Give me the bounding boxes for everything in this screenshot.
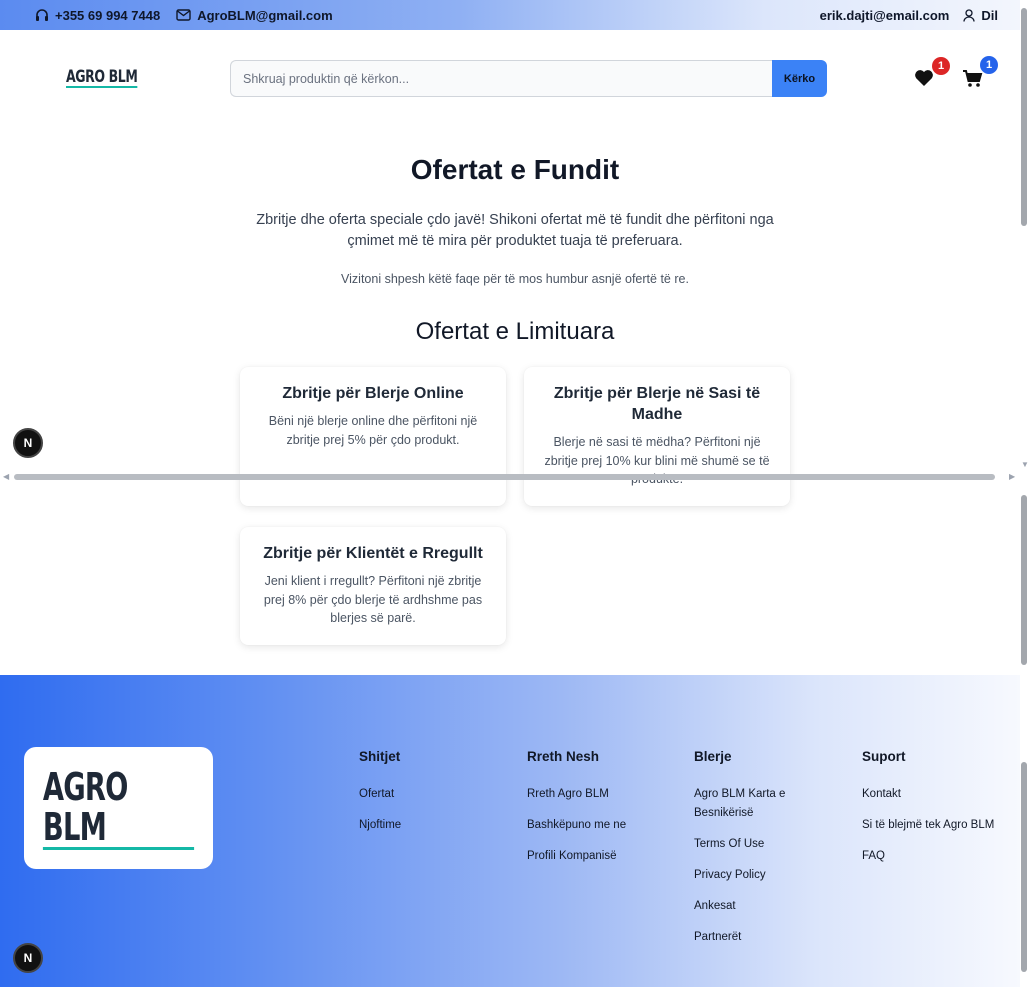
nextjs-dev-badge[interactable]: N	[13, 428, 43, 458]
page-description: Zbritje dhe oferta speciale çdo javë! Sh…	[256, 212, 774, 249]
footer-heading: Blerje	[694, 749, 732, 764]
offer-card: Zbritje për Klientët e Rregullt Jeni kli…	[240, 527, 506, 645]
heart-icon	[915, 70, 933, 86]
footer-link[interactable]: Profili Kompanisë	[527, 847, 677, 866]
footer-heading: Suport	[862, 749, 906, 764]
scroll-left-arrow[interactable]: ◀	[3, 472, 9, 481]
user-email[interactable]: erik.dajti@email.com	[820, 8, 950, 23]
footer: AGRO BLM Shitjet Ofertat Njoftime Rreth …	[0, 675, 1020, 987]
search-input[interactable]	[230, 60, 772, 97]
wishlist-badge: 1	[932, 57, 950, 75]
mail-icon	[176, 9, 191, 21]
offer-card-title: Zbritje për Klientët e Rregullt	[263, 545, 483, 562]
search-bar: Kërko	[230, 60, 827, 97]
offer-card-text: Bëni një blerje online dhe përfitoni një…	[268, 414, 478, 447]
user-icon	[963, 8, 976, 22]
page-title: Ofertat e Fundit	[410, 154, 620, 185]
footer-link[interactable]: Bashkëpuno me ne	[527, 816, 677, 835]
footer-logo: AGRO BLM	[42, 767, 195, 850]
cart-icon	[963, 70, 983, 87]
footer-link[interactable]: Kontakt	[862, 785, 1012, 804]
phone-number: +355 69 994 7448	[55, 7, 161, 23]
vertical-scrollbar-thumb[interactable]	[1021, 495, 1027, 665]
footer-logo-card[interactable]: AGRO BLM	[24, 747, 213, 869]
footer-column-shitjet: Shitjet Ofertat Njoftime	[359, 749, 509, 847]
scroll-down-arrow[interactable]: ▼	[1021, 460, 1029, 469]
scroll-right-arrow[interactable]: ▶	[1009, 472, 1015, 481]
offer-card: Zbritje për Blerje Online Bëni një blerj…	[240, 367, 506, 506]
footer-column-suport: Suport Kontakt Si të blejmë tek Agro BLM…	[862, 749, 1012, 878]
email-address: AgroBLM@gmail.com	[197, 7, 333, 23]
site-logo[interactable]: AGRO BLM	[66, 68, 138, 88]
footer-link[interactable]: Ankesat	[694, 897, 804, 916]
headphones-icon	[36, 8, 48, 21]
offer-card-text: Blerje në sasi të mëdha? Përfitoni një z…	[544, 435, 770, 486]
footer-link[interactable]: Si të blejmë tek Agro BLM	[862, 816, 1012, 835]
offer-card-title: Zbritje për Blerje Online	[282, 385, 464, 402]
footer-link[interactable]: Rreth Agro BLM	[527, 785, 677, 804]
page-note: Vizitoni shpesh këtë faqe për të mos hum…	[341, 272, 689, 286]
section-title: Ofertat e Limituara	[415, 318, 615, 345]
nextjs-dev-badge[interactable]: N	[13, 943, 43, 973]
wishlist-button[interactable]	[914, 69, 934, 92]
offer-card-title: Zbritje për Blerje në Sasi të Madhe	[553, 385, 761, 423]
top-bar: +355 69 994 7448 AgroBLM@gmail.com erik.…	[0, 0, 1020, 30]
cart-button[interactable]	[962, 69, 983, 93]
footer-link[interactable]: Agro BLM Karta e Besnikërisë	[694, 785, 804, 823]
footer-link[interactable]: FAQ	[862, 847, 1012, 866]
offer-card-text: Jeni klient i rregullt? Përfitoni një zb…	[263, 574, 483, 625]
search-button[interactable]: Kërko	[772, 60, 827, 97]
offer-card: Zbritje për Blerje në Sasi të Madhe Bler…	[524, 367, 790, 506]
footer-heading: Rreth Nesh	[527, 749, 600, 764]
footer-link[interactable]: Njoftime	[359, 816, 509, 835]
footer-heading: Shitjet	[359, 749, 401, 764]
phone-contact[interactable]: +355 69 994 7448	[35, 8, 160, 23]
footer-column-rreth-nesh: Rreth Nesh Rreth Agro BLM Bashkëpuno me …	[527, 749, 677, 878]
logout-button[interactable]: Dil	[963, 8, 998, 23]
horizontal-scrollbar[interactable]	[14, 474, 995, 480]
footer-column-blerje: Blerje Agro BLM Karta e Besnikërisë Term…	[694, 749, 804, 959]
cart-badge: 1	[980, 56, 998, 74]
logout-label: Dil	[981, 7, 998, 23]
footer-link[interactable]: Partnerët	[694, 928, 804, 947]
vertical-scrollbar-thumb[interactable]	[1021, 8, 1027, 226]
email-contact[interactable]: AgroBLM@gmail.com	[176, 7, 333, 23]
footer-link[interactable]: Ofertat	[359, 785, 509, 804]
vertical-scrollbar-thumb[interactable]	[1021, 762, 1027, 972]
footer-link[interactable]: Terms Of Use	[694, 835, 804, 854]
footer-link[interactable]: Privacy Policy	[694, 866, 804, 885]
